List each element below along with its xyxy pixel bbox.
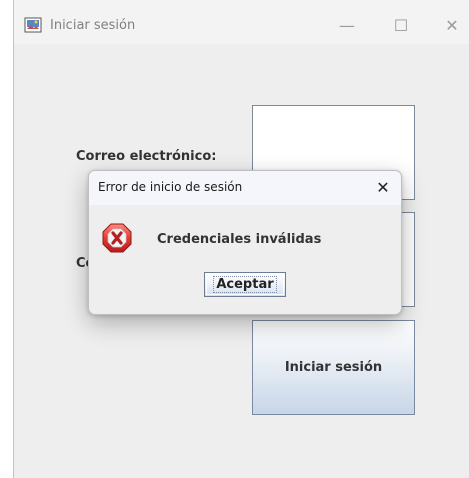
maximize-button[interactable]: ☐ xyxy=(386,12,416,38)
java-app-icon xyxy=(24,17,42,33)
dialog-title: Error de inicio de sesión xyxy=(98,180,243,194)
dialog-close-button[interactable]: ✕ xyxy=(371,175,395,199)
dialog-titlebar[interactable]: Error de inicio de sesión ✕ xyxy=(89,171,401,205)
window-titlebar[interactable]: Iniciar sesión — ☐ ✕ xyxy=(14,0,469,44)
error-icon xyxy=(101,222,133,254)
close-button[interactable]: ✕ xyxy=(437,12,467,38)
error-dialog: Error de inicio de sesión ✕ Credenciales… xyxy=(88,170,402,315)
minimize-button[interactable]: — xyxy=(332,12,362,38)
login-button[interactable]: Iniciar sesión xyxy=(252,320,415,415)
window-title: Iniciar sesión xyxy=(50,18,136,33)
email-label: Correo electrónico: xyxy=(76,149,217,164)
ok-button-label: Aceptar xyxy=(213,276,277,293)
ok-button[interactable]: Aceptar xyxy=(204,272,286,297)
error-message: Credenciales inválidas xyxy=(157,232,322,247)
